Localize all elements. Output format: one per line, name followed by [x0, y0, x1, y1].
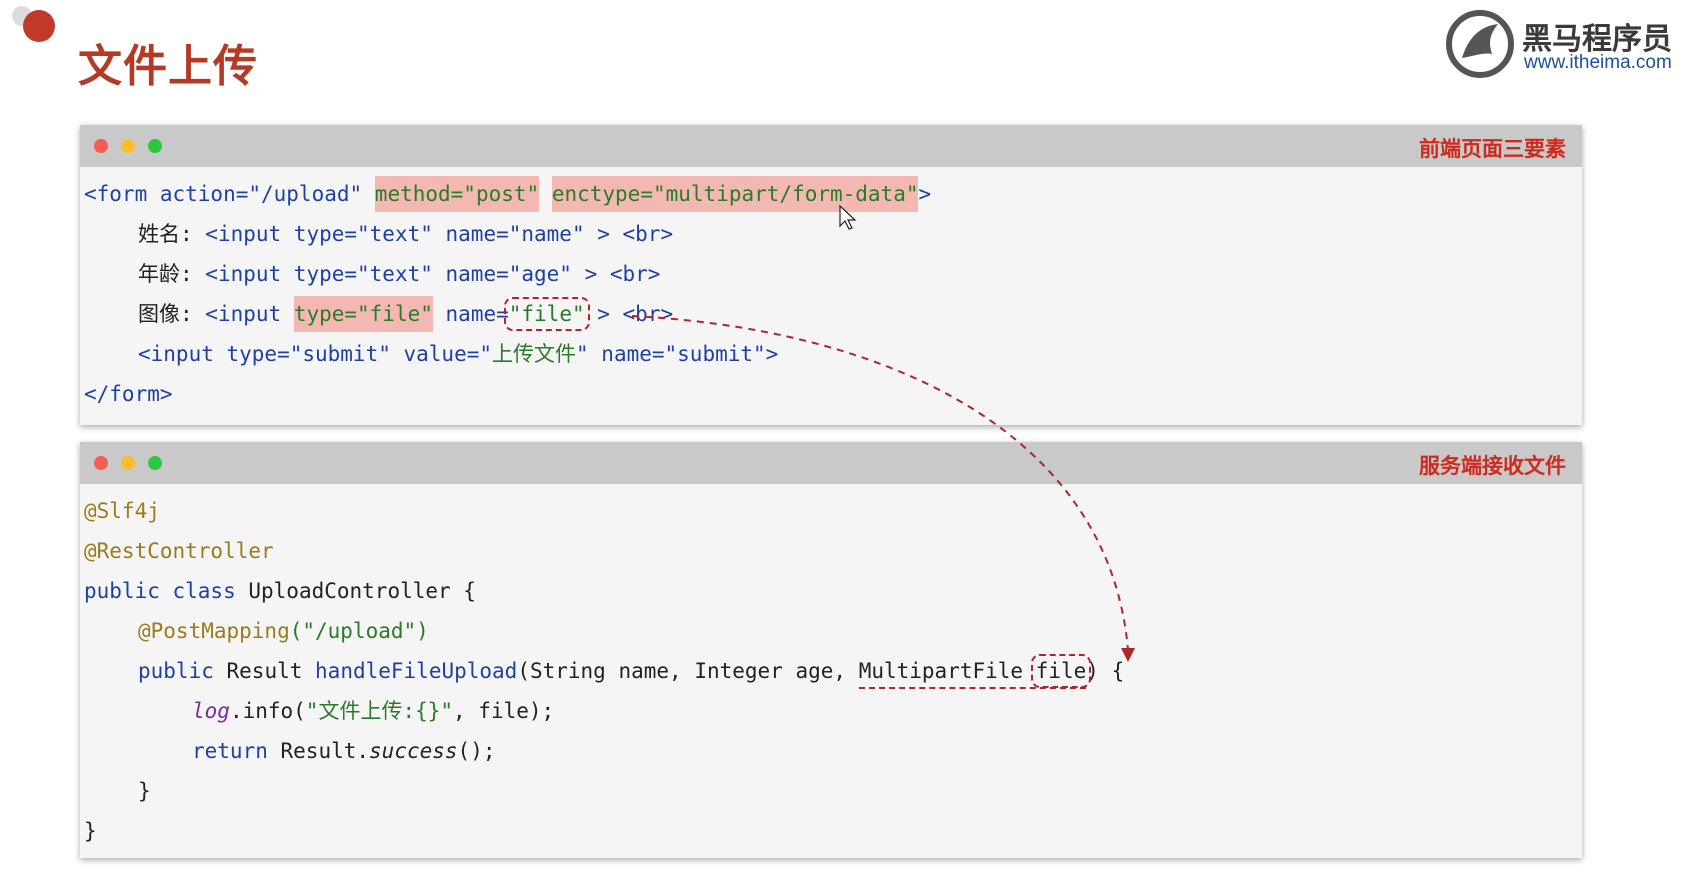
- input-open: <input: [205, 302, 294, 326]
- log-end: , file);: [453, 699, 555, 723]
- window-label: 前端页面三要素: [1419, 137, 1566, 161]
- success-method: success: [369, 739, 458, 763]
- page-title: 文件上传: [78, 41, 258, 92]
- result-object: Result.: [280, 739, 370, 763]
- keyword: public class: [84, 579, 249, 603]
- input-name-code: <input type="text" name="name" > <br>: [205, 222, 674, 246]
- log-call: .info(: [229, 699, 306, 723]
- return-end: ();: [457, 739, 496, 763]
- code-line-6: </form>: [84, 374, 173, 414]
- code-line-2: 姓名: <input type="text" name="name" > <br…: [138, 214, 673, 254]
- file-name-box: "file": [503, 297, 590, 331]
- method-name: handleFileUpload: [315, 659, 518, 683]
- param-type: MultipartFile: [858, 659, 1036, 683]
- form-open: <form action="/upload": [84, 182, 375, 206]
- code-line-1: @Slf4j: [84, 499, 160, 523]
- method-args: (String name, Integer age,: [517, 659, 859, 683]
- submit-open: <input type="submit" value=": [138, 342, 493, 366]
- close-dot-icon[interactable]: [94, 139, 108, 153]
- brand-url: www.itheima.com: [1524, 52, 1672, 73]
- form-close: </form>: [84, 382, 173, 406]
- code-line-6: log.info("文件上传:{}", file);: [192, 691, 554, 731]
- param-underline: MultipartFile file: [858, 654, 1092, 689]
- window-titlebar: 前端页面三要素: [80, 125, 1582, 167]
- field-label-image: 图像:: [138, 302, 206, 326]
- code-line-5: public Result handleFileUpload(String na…: [138, 651, 1124, 691]
- code-line-9: }: [84, 819, 97, 843]
- enctype-attr-highlight: enctype="multipart/form-data": [551, 176, 919, 212]
- submit-value: 上传文件: [492, 342, 577, 366]
- minimize-dot-icon[interactable]: [121, 456, 135, 470]
- code-line-3: 年龄: <input type="text" name="age" > <br>: [138, 254, 660, 294]
- field-label-name: 姓名:: [138, 222, 206, 246]
- code-line-4: 图像: <input type="file" name="file" > <br…: [138, 294, 673, 334]
- input-close: > <br>: [584, 302, 674, 326]
- code-line-2: @RestController: [84, 539, 274, 563]
- code-line-4: @PostMapping("/upload"): [138, 611, 429, 651]
- window-titlebar: 服务端接收文件: [80, 442, 1582, 484]
- code-line-3: public class UploadController {: [84, 571, 476, 611]
- class-name: UploadController {: [248, 579, 476, 603]
- method-end: ) {: [1086, 659, 1125, 683]
- window-label: 服务端接收文件: [1419, 454, 1566, 478]
- maximize-dot-icon[interactable]: [148, 456, 162, 470]
- keyword: public: [138, 659, 227, 683]
- frontend-code-window: 前端页面三要素 <form action="/upload" method="p…: [80, 125, 1582, 425]
- mapping-path: ("/upload"): [289, 619, 429, 643]
- input-age-code: <input type="text" name="age" > <br>: [205, 262, 661, 286]
- annotation: @PostMapping: [138, 619, 290, 643]
- minimize-dot-icon[interactable]: [121, 139, 135, 153]
- code-line-7: return Result.success();: [192, 731, 495, 771]
- param-name-box: file: [1030, 654, 1092, 688]
- backend-code-window: 服务端接收文件 @Slf4j @RestController public cl…: [80, 442, 1582, 858]
- field-label-age: 年龄:: [138, 262, 206, 286]
- code-line-1: <form action="/upload" method="post" enc…: [84, 174, 931, 214]
- close-dot-icon[interactable]: [94, 456, 108, 470]
- code-line-8: }: [138, 779, 151, 803]
- method-attr-highlight: method="post": [374, 176, 540, 212]
- decor-dot-red: [23, 10, 55, 42]
- code-line-5: <input type="submit" value="上传文件" name="…: [138, 334, 778, 374]
- return-type: Result: [226, 659, 316, 683]
- keyword: return: [192, 739, 281, 763]
- submit-close: " name="submit">: [576, 342, 779, 366]
- log-object: log: [192, 699, 230, 723]
- form-open-close: >: [918, 182, 932, 206]
- log-message: "文件上传:{}": [305, 699, 454, 723]
- type-file-highlight: type="file": [293, 296, 433, 332]
- name-attr: name=: [432, 302, 509, 326]
- maximize-dot-icon[interactable]: [148, 139, 162, 153]
